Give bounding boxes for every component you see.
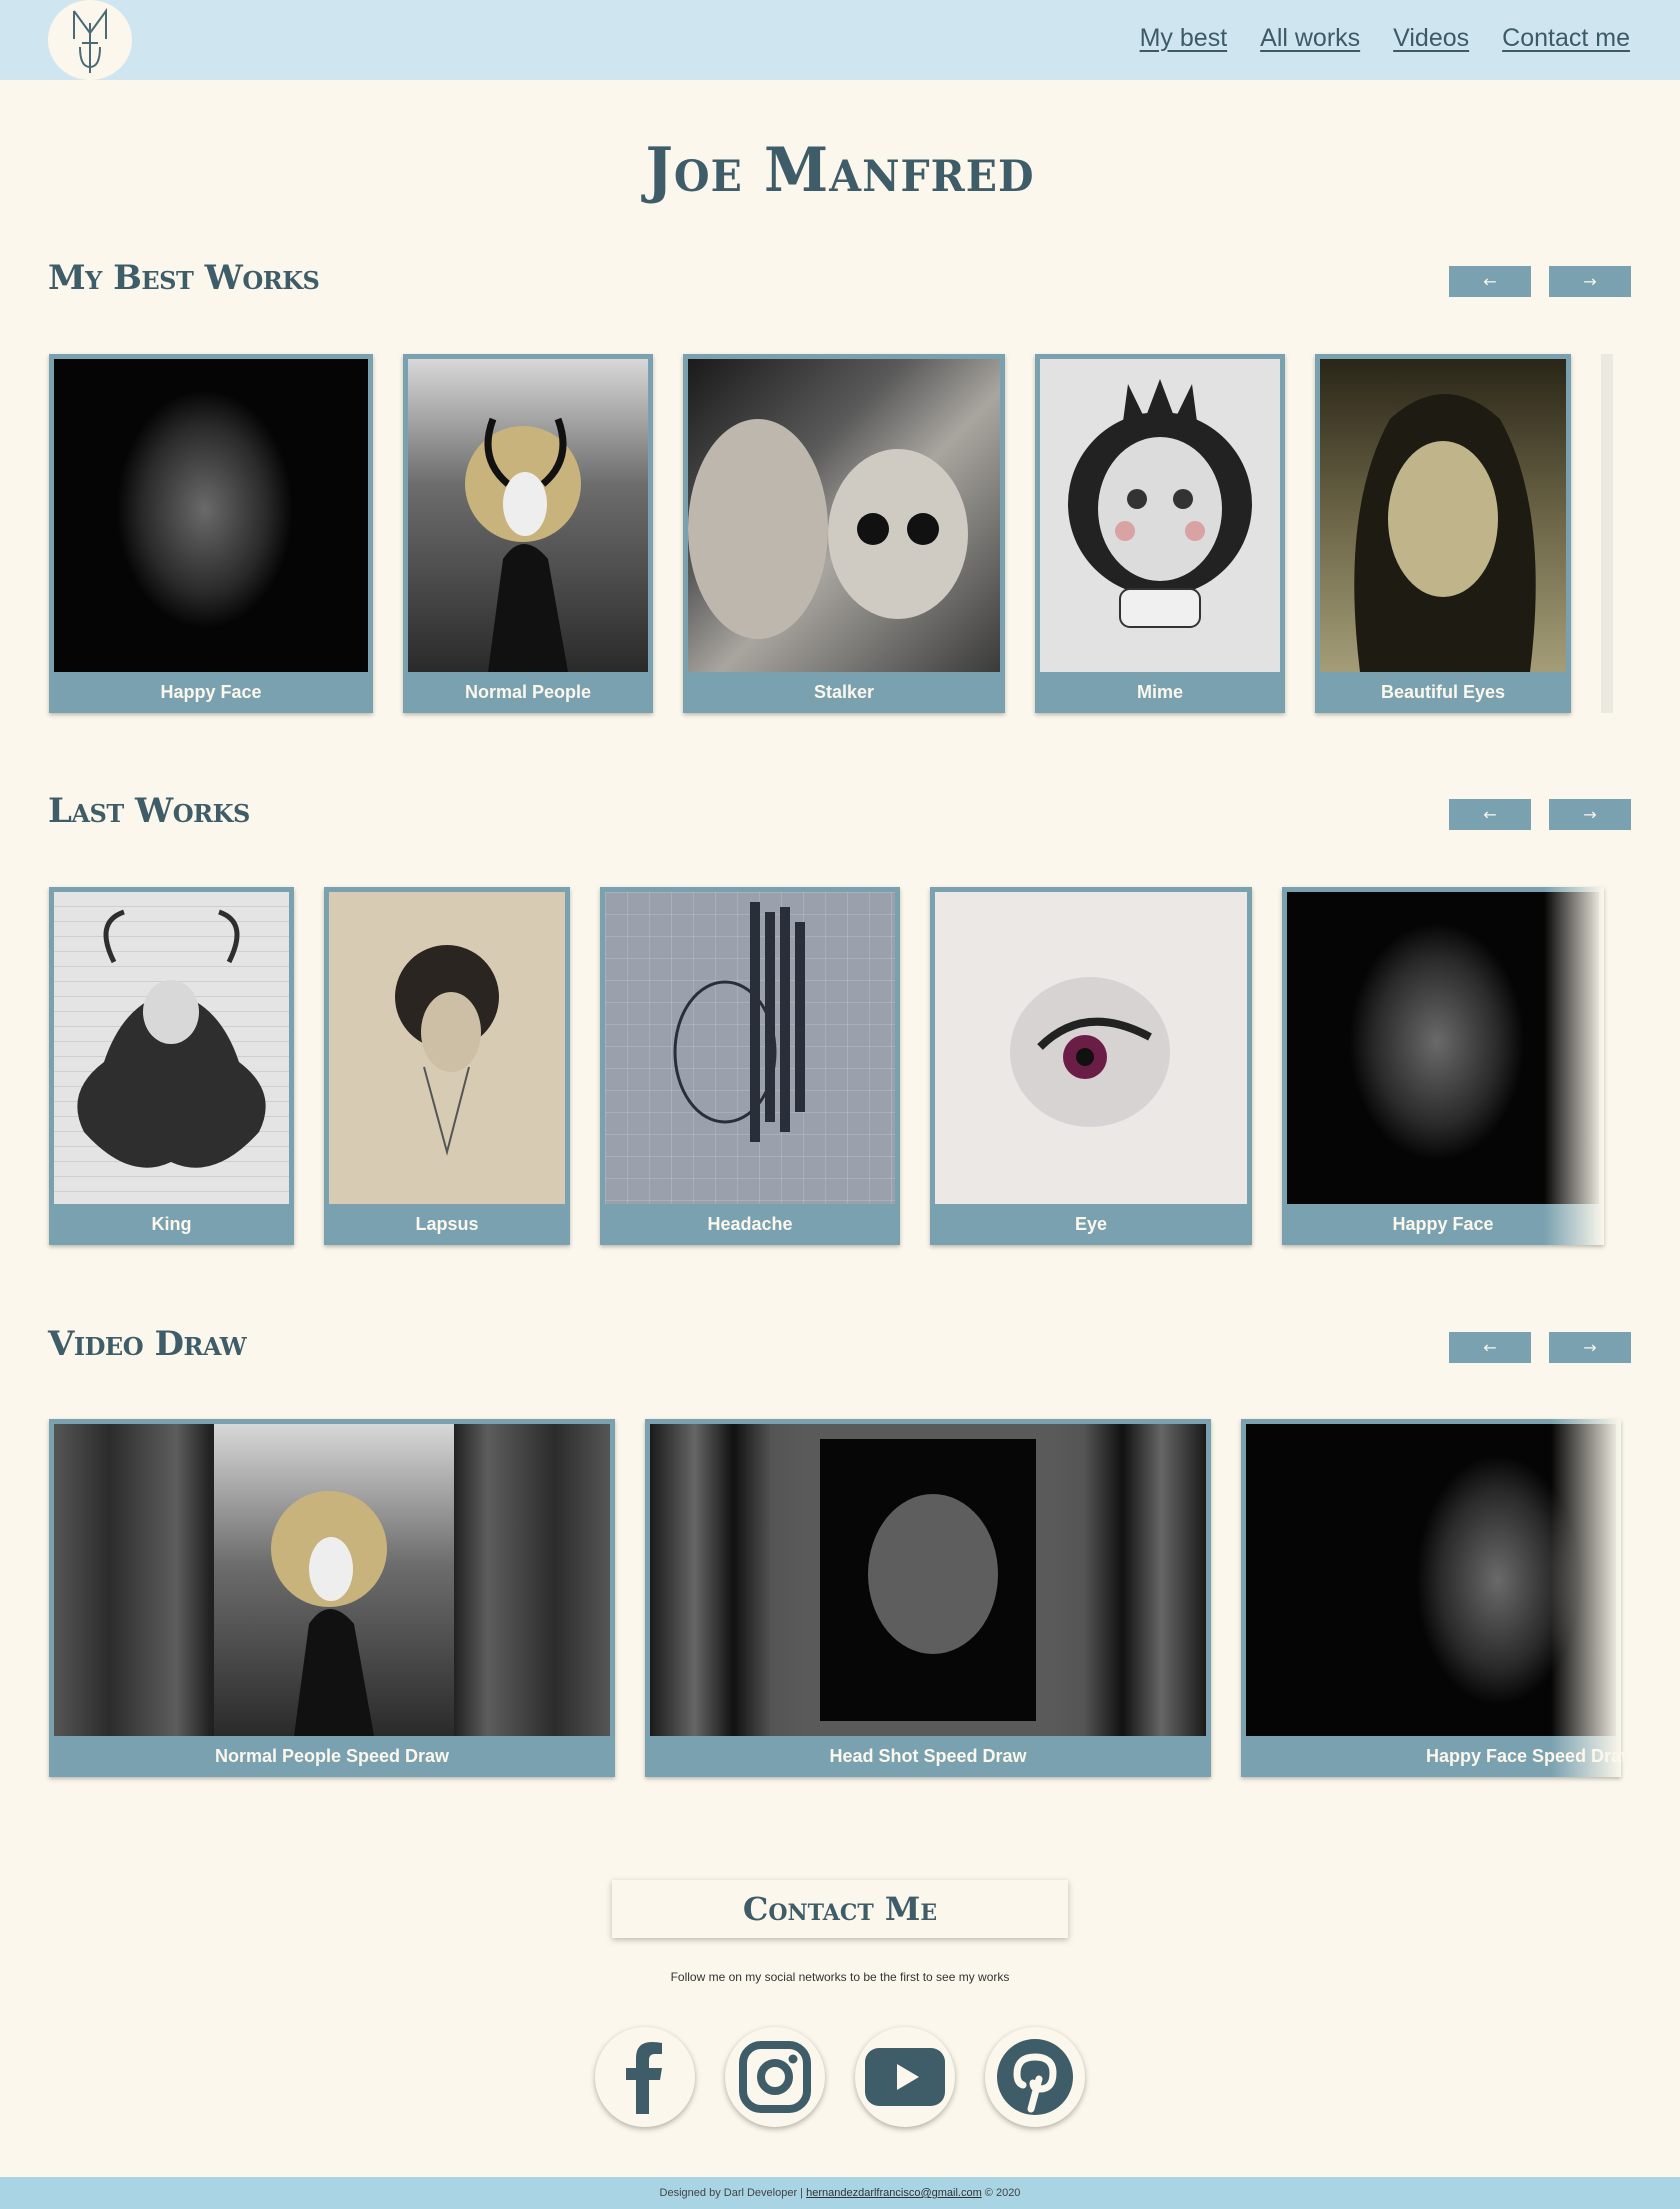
footer-copyright: © 2020 <box>984 2187 1021 2199</box>
card-caption: Normal People Speed Draw <box>214 1746 450 1766</box>
best-card-partial <box>1601 354 1613 713</box>
card-caption: Normal People <box>464 682 592 702</box>
footer-credit: Designed by Darl Developer | <box>659 2187 804 2199</box>
pinterest-icon <box>997 2039 1073 2115</box>
youtube-link[interactable] <box>855 2027 955 2127</box>
last-card-lapsus[interactable]: Lapsus <box>324 887 570 1245</box>
youtube-icon <box>865 2048 945 2106</box>
facebook-icon <box>626 2042 662 2114</box>
best-card-stalker[interactable]: Stalker <box>683 354 1005 713</box>
top-navbar: My best All works Videos Contact me <box>0 0 1680 80</box>
video-prev-button[interactable]: ← <box>1449 1332 1531 1363</box>
card-caption: Headache <box>707 1214 793 1234</box>
artwork-image <box>54 359 368 672</box>
best-card-normal-people[interactable]: Normal People <box>403 354 653 713</box>
video-thumbnail <box>54 1424 610 1736</box>
carousel-fade <box>1544 887 1604 1245</box>
card-caption: Mime <box>1136 682 1183 702</box>
last-card-headache[interactable]: Headache <box>600 887 900 1245</box>
section-title-best: My Best Works <box>48 258 320 298</box>
card-caption: Happy Face <box>160 682 262 702</box>
logo-mark-icon <box>73 7 107 73</box>
best-next-button[interactable]: → <box>1549 266 1631 297</box>
contact-heading: Contact Me <box>612 1880 1068 1938</box>
last-card-happy-face[interactable]: Happy Face <box>1282 887 1604 1245</box>
pinterest-link[interactable] <box>985 2027 1085 2127</box>
artwork-image <box>1040 359 1280 672</box>
footer: Designed by Darl Developer | hernandezda… <box>0 2177 1680 2209</box>
video-next-button[interactable]: → <box>1549 1332 1631 1363</box>
last-prev-button[interactable]: ← <box>1449 799 1531 830</box>
video-thumbnail <box>650 1424 1206 1736</box>
artwork-image <box>408 359 648 672</box>
card-caption: Head Shot Speed Draw <box>829 1746 1027 1766</box>
follow-text: Follow me on my social networks to be th… <box>670 1970 1010 1984</box>
artwork-image <box>935 892 1247 1204</box>
last-card-king[interactable]: King <box>49 887 294 1245</box>
video-card-happy-face[interactable]: Happy Face Speed Draw <box>1241 1419 1635 1777</box>
best-prev-button[interactable]: ← <box>1449 266 1531 297</box>
footer-email-link[interactable]: hernandezdarlfrancisco@gmail.com <box>806 2187 982 2199</box>
best-card-beautiful-eyes[interactable]: Beautiful Eyes <box>1315 354 1571 713</box>
nav-contact-me[interactable]: Contact me <box>1502 24 1630 53</box>
instagram-icon <box>739 2041 811 2113</box>
card-caption: Lapsus <box>415 1214 479 1234</box>
artwork-image <box>54 892 289 1204</box>
carousel-fade <box>1551 1419 1621 1777</box>
logo[interactable] <box>48 0 132 80</box>
card-caption: Eye <box>1074 1214 1108 1234</box>
section-title-last: Last Works <box>48 791 250 831</box>
section-title-video: Video Draw <box>48 1324 247 1364</box>
artwork-image <box>329 892 565 1204</box>
last-next-button[interactable]: → <box>1549 799 1631 830</box>
site-title: Joe Manfred <box>645 134 1035 206</box>
card-caption: Beautiful Eyes <box>1380 682 1506 702</box>
last-card-eye[interactable]: Eye <box>930 887 1252 1245</box>
video-card-normal-people[interactable]: Normal People Speed Draw <box>49 1419 615 1777</box>
nav-all-works[interactable]: All works <box>1260 24 1360 53</box>
card-caption: King <box>151 1214 192 1234</box>
facebook-link[interactable] <box>595 2027 695 2127</box>
best-card-happy-face[interactable]: Happy Face <box>49 354 373 713</box>
artwork-image <box>605 892 895 1204</box>
artwork-image <box>1320 359 1566 672</box>
card-caption: Stalker <box>813 682 875 702</box>
instagram-link[interactable] <box>725 2027 825 2127</box>
main-nav: My best All works Videos Contact me <box>1140 24 1630 53</box>
artwork-image <box>688 359 1000 672</box>
video-card-head-shot[interactable]: Head Shot Speed Draw <box>645 1419 1211 1777</box>
nav-videos[interactable]: Videos <box>1393 24 1469 53</box>
nav-my-best[interactable]: My best <box>1140 24 1228 53</box>
best-card-mime[interactable]: Mime <box>1035 354 1285 713</box>
